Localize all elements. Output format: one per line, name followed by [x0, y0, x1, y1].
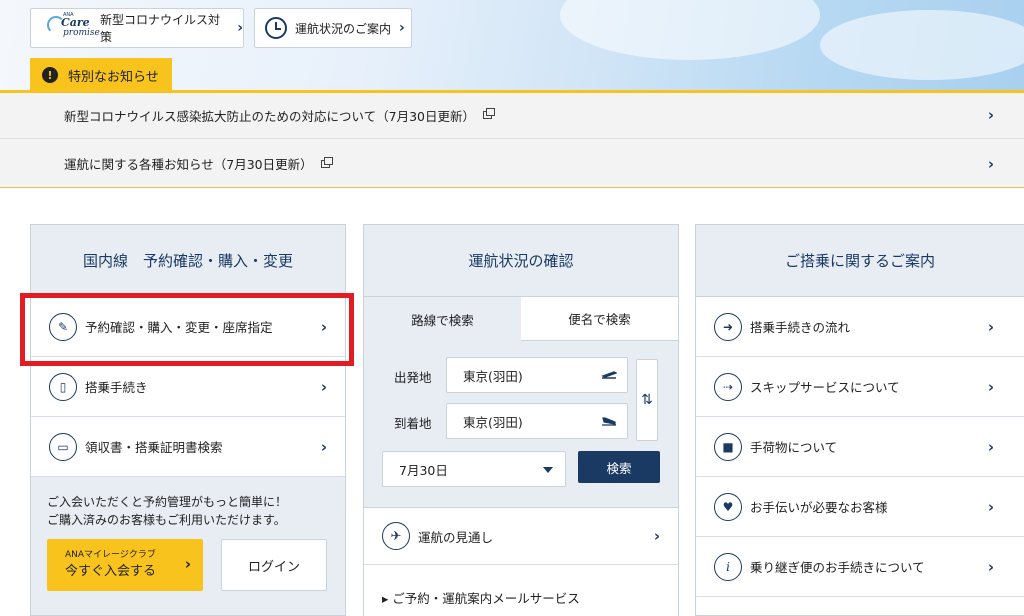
hero-cloud — [820, 10, 1024, 80]
chevron-right-icon: › — [184, 555, 191, 573]
flight-status-label: 運航状況のご案内 — [295, 21, 392, 36]
chevron-right-icon: › — [987, 106, 994, 124]
outlook-label: 運航の見通し — [418, 529, 494, 545]
heart-icon: ♥ — [714, 492, 742, 521]
tab-flight-number-search[interactable]: 便名で検索 — [521, 297, 678, 341]
chevron-right-icon: › — [987, 317, 994, 336]
join-mileage-club-button[interactable]: ANAマイレージクラブ 今すぐ入会する › — [47, 539, 203, 591]
chevron-right-icon: › — [320, 317, 327, 336]
baggage-label: 手荷物について — [750, 440, 838, 455]
join-button-label: 今すぐ入会する — [65, 564, 157, 579]
departure-label: 出発地 — [394, 370, 432, 385]
tab-route-search[interactable]: 路線で検索 — [364, 297, 521, 341]
chevron-right-icon: › — [320, 437, 327, 456]
arrival-value: 東京(羽田) — [463, 414, 523, 430]
check-in-label: 搭乗手続き — [85, 380, 148, 395]
flight-status-card: 運航状況の確認 路線で検索 便名で検索 出発地 東京(羽田) 到着地 東京(羽田… — [363, 224, 679, 616]
connecting-flight-label: 乗り継ぎ便のお手続きについて — [750, 560, 925, 575]
domestic-reservation-card: 国内線 予約確認・購入・変更 ✎ 予約確認・購入・変更・座席指定 › ▯ 搭乗手… — [30, 224, 346, 616]
hero-cloud — [560, 0, 820, 60]
operations-outlook-link[interactable]: ✈ 運航の見通し › — [364, 507, 678, 565]
edit-icon: ✎ — [49, 312, 77, 341]
departure-field[interactable]: 東京(羽田) — [446, 357, 628, 393]
airplane-icon: ✈ — [382, 522, 410, 550]
search-button[interactable]: 検索 — [578, 451, 660, 483]
assistance-link[interactable]: ♥ お手伝いが必要なお客様 › — [696, 477, 1024, 537]
chevron-right-icon: › — [987, 154, 994, 173]
care-promise-label: 新型コロナウイルス対策 — [99, 13, 220, 44]
boarding-guide-card: ご搭乗に関するご案内 ➜ 搭乗手続きの流れ › ⇢ スキップサービスについて ›… — [695, 224, 1024, 616]
chevron-right-icon: › — [987, 437, 994, 456]
landing-icon — [602, 417, 616, 426]
connecting-flight-link[interactable]: i 乗り継ぎ便のお手続きについて › — [696, 537, 1024, 597]
date-value: 7月30日 — [399, 462, 448, 478]
chevron-right-icon: › — [237, 20, 243, 36]
login-button[interactable]: ログイン — [221, 539, 327, 591]
skip-service-icon: ⇢ — [714, 372, 742, 401]
chevron-right-icon: › — [987, 557, 994, 576]
swap-airports-button[interactable]: ⇅ — [636, 359, 658, 441]
special-notice-tab: ! 特別なお知らせ — [30, 58, 172, 92]
ana-care-promise-logo: ANA Care promise — [45, 12, 100, 42]
chevron-right-icon: › — [987, 377, 994, 396]
takeoff-icon — [601, 371, 617, 379]
join-button-sublabel: ANAマイレージクラブ — [65, 550, 156, 560]
mail-service-link[interactable]: ▸ ご予約・運航案内メールサービス — [364, 577, 678, 616]
manage-booking-link[interactable]: ✎ 予約確認・購入・変更・座席指定 › — [31, 297, 345, 357]
receipt-search-link[interactable]: ▭ 領収書・搭乗証明書検索 › — [31, 417, 345, 477]
boarding-card-title: ご搭乗に関するご案内 — [696, 225, 1024, 297]
arrival-label: 到着地 — [394, 416, 432, 431]
route-search-form: 出発地 東京(羽田) 到着地 東京(羽田) ⇅ 7月30日 検索 — [364, 341, 678, 507]
special-notice-title: 特別なお知らせ — [68, 69, 159, 85]
clock-icon — [265, 17, 287, 39]
domestic-card-title: 国内線 予約確認・購入・変更 — [31, 225, 345, 297]
assistance-label: お手伝いが必要なお客様 — [750, 500, 888, 515]
membership-promo: ご入会いただくと予約管理がもっと簡単に！ ご購入済みのお客様もご利用いただけます… — [31, 477, 345, 615]
manage-booking-label: 予約確認・購入・変更・座席指定 — [85, 320, 273, 335]
swap-icon: ⇅ — [641, 392, 653, 408]
status-search-tabs: 路線で検索 便名で検索 — [364, 297, 678, 341]
chevron-right-icon: › — [987, 497, 994, 516]
exclamation-icon: ! — [42, 67, 58, 83]
boarding-flow-label: 搭乗手続きの流れ — [750, 320, 851, 335]
dropdown-arrow-icon — [543, 467, 553, 473]
arrow-right-icon: ➜ — [714, 312, 742, 341]
departure-value: 東京(羽田) — [463, 368, 523, 384]
notice-item-label: 新型コロナウイルス感染拡大防止のための対応について（7月30日更新） — [64, 108, 475, 124]
external-window-icon — [483, 108, 495, 119]
notice-item-covid[interactable]: 新型コロナウイルス感染拡大防止のための対応について（7月30日更新） › — [0, 92, 1024, 139]
mobile-phone-icon: ▯ — [49, 372, 77, 401]
receipt-search-label: 領収書・搭乗証明書検索 — [85, 440, 223, 455]
care-promise-link[interactable]: ANA Care promise 新型コロナウイルス対策 › — [30, 8, 244, 48]
check-in-link[interactable]: ▯ 搭乗手続き › — [31, 357, 345, 417]
skip-service-label: スキップサービスについて — [750, 380, 900, 395]
membership-text-1: ご入会いただくと予約管理がもっと簡単に！ — [47, 495, 288, 509]
notice-item-operations[interactable]: 運航に関する各種お知らせ（7月30日更新） › — [0, 140, 1024, 187]
baggage-link[interactable]: ■ 手荷物について › — [696, 417, 1024, 477]
boarding-flow-link[interactable]: ➜ 搭乗手続きの流れ › — [696, 297, 1024, 357]
baggage-icon: ■ — [714, 432, 742, 461]
skip-service-link[interactable]: ⇢ スキップサービスについて › — [696, 357, 1024, 417]
info-icon: i — [714, 552, 742, 581]
notice-item-label: 運航に関する各種お知らせ（7月30日更新） — [64, 157, 313, 172]
chevron-right-icon: › — [320, 377, 327, 396]
external-window-icon — [320, 156, 333, 168]
chevron-right-icon: › — [399, 20, 405, 36]
status-card-title: 運航状況の確認 — [364, 225, 678, 297]
date-select[interactable]: 7月30日 — [382, 451, 566, 487]
membership-text-2: ご購入済みのお客様もご利用いただけます。 — [47, 513, 286, 527]
receipt-icon: ▭ — [49, 432, 77, 461]
arrival-field[interactable]: 東京(羽田) — [446, 403, 628, 439]
flight-status-link[interactable]: 運航状況のご案内 › — [254, 8, 412, 48]
chevron-right-icon: › — [653, 527, 660, 545]
